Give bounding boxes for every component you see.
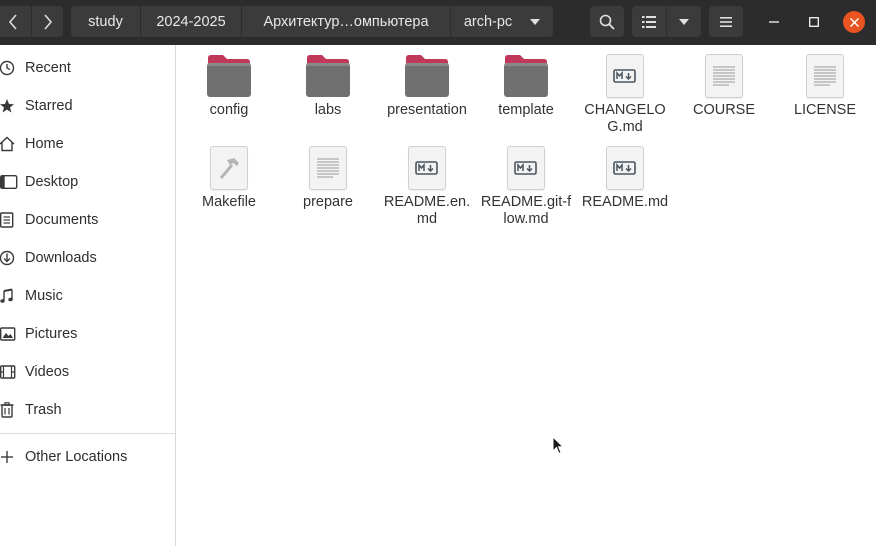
download-icon [0, 248, 20, 268]
file-name: README.md [581, 194, 669, 210]
file-item-template[interactable]: template [480, 45, 572, 119]
chevron-down-icon [679, 18, 689, 25]
mouse-cursor-icon [552, 436, 564, 455]
folder-icon [306, 55, 350, 97]
text-file-icon [705, 54, 743, 98]
file-item-labs[interactable]: labs [282, 45, 374, 119]
home-icon [0, 134, 20, 154]
file-name: prepare [303, 194, 353, 210]
breadcrumb-2024-2025[interactable]: 2024-2025 [141, 6, 242, 37]
list-view-icon [642, 15, 656, 28]
sidebar-item-other-locations[interactable]: Other Locations [0, 438, 175, 476]
sidebar-item-label: Downloads [25, 250, 97, 266]
file-name: COURSE [692, 102, 756, 118]
file-item-changelog[interactable]: CHANGELOG.md [579, 45, 671, 136]
plus-icon [0, 447, 20, 467]
file-grid: config labs presentation template CHANGE… [177, 45, 876, 546]
search-icon [599, 14, 615, 30]
view-options-button[interactable] [667, 6, 701, 37]
music-icon [0, 286, 20, 306]
text-file-icon [806, 54, 844, 98]
minimize-icon [769, 21, 779, 23]
sidebar-item-downloads[interactable]: Downloads [0, 239, 175, 277]
sidebar: Recent Starred Home Desktop Documents Do… [0, 45, 176, 546]
sidebar-item-documents[interactable]: Documents [0, 201, 175, 239]
sidebar-item-label: Trash [25, 402, 62, 418]
clock-icon [0, 58, 20, 78]
file-name: template [498, 102, 554, 118]
file-name: labs [314, 102, 342, 118]
sidebar-divider [0, 433, 175, 434]
breadcrumb-study[interactable]: study [71, 6, 141, 37]
maximize-icon [809, 17, 819, 27]
sidebar-item-recent[interactable]: Recent [0, 49, 175, 87]
file-item-readme-en[interactable]: README.en.md [381, 137, 473, 228]
sidebar-item-pictures[interactable]: Pictures [0, 315, 175, 353]
markdown-file-icon [507, 146, 545, 190]
search-button[interactable] [590, 6, 624, 37]
file-name: README.en.md [383, 194, 471, 227]
sidebar-item-home[interactable]: Home [0, 125, 175, 163]
breadcrumb: study 2024-2025 Архитектур…омпьютера arc… [71, 6, 553, 37]
documents-icon [0, 210, 20, 230]
sidebar-item-music[interactable]: Music [0, 277, 175, 315]
markdown-file-icon [408, 146, 446, 190]
markdown-file-icon [606, 54, 644, 98]
sidebar-item-trash[interactable]: Trash [0, 391, 175, 429]
sidebar-item-label: Recent [25, 60, 71, 76]
sidebar-item-label: Music [25, 288, 63, 304]
pictures-icon [0, 324, 20, 344]
sidebar-item-videos[interactable]: Videos [0, 353, 175, 391]
file-name: presentation [387, 102, 467, 118]
hamburger-menu-icon [720, 16, 732, 27]
breadcrumb-arch-pc[interactable]: arch-pc [451, 6, 553, 37]
file-item-makefile[interactable]: Makefile [183, 137, 275, 211]
sidebar-item-label: Documents [25, 212, 99, 228]
makefile-icon [210, 146, 248, 190]
back-button[interactable] [0, 6, 31, 37]
star-icon [0, 96, 20, 116]
sidebar-item-label: Videos [25, 364, 70, 380]
file-item-config[interactable]: config [183, 45, 275, 119]
folder-icon [405, 55, 449, 97]
file-name: config [209, 102, 249, 118]
file-name: LICENSE [793, 102, 857, 118]
breadcrumb-architecture[interactable]: Архитектур…омпьютера [242, 6, 451, 37]
file-item-presentation[interactable]: presentation [381, 45, 473, 119]
close-icon [849, 17, 859, 27]
file-item-prepare[interactable]: prepare [282, 137, 374, 211]
videos-icon [0, 362, 20, 382]
sidebar-item-label: Pictures [25, 326, 78, 342]
close-button[interactable] [843, 11, 865, 33]
minimize-button[interactable] [763, 11, 785, 33]
file-manager-window: study 2024-2025 Архитектур…омпьютера arc… [0, 0, 876, 546]
sidebar-item-starred[interactable]: Starred [0, 87, 175, 125]
forward-button[interactable] [32, 6, 63, 37]
file-name: README.git-flow.md [480, 194, 572, 227]
folder-icon [207, 55, 251, 97]
desktop-icon [0, 172, 20, 192]
file-item-course[interactable]: COURSE [678, 45, 770, 119]
list-view-button[interactable] [632, 6, 666, 37]
sidebar-item-label: Home [25, 136, 64, 152]
file-name: Makefile [202, 194, 256, 210]
file-name: CHANGELOG.md [584, 102, 666, 135]
chevron-right-icon [43, 13, 52, 30]
maximize-button[interactable] [803, 11, 825, 33]
file-item-readme[interactable]: README.md [579, 137, 671, 211]
file-item-license[interactable]: LICENSE [779, 45, 871, 119]
sidebar-item-desktop[interactable]: Desktop [0, 163, 175, 201]
trash-icon [0, 400, 20, 420]
chevron-left-icon [8, 13, 17, 30]
markdown-file-icon [606, 146, 644, 190]
header-bar: study 2024-2025 Архитектур…омпьютера arc… [0, 0, 876, 45]
sidebar-item-label: Starred [25, 98, 73, 114]
chevron-down-icon [530, 18, 541, 25]
sidebar-item-label: Other Locations [25, 449, 128, 465]
file-item-readme-git-flow[interactable]: README.git-flow.md [480, 137, 572, 228]
folder-icon [504, 55, 548, 97]
sidebar-item-label: Desktop [25, 174, 79, 190]
text-file-icon [309, 146, 347, 190]
main-menu-button[interactable] [709, 6, 743, 37]
